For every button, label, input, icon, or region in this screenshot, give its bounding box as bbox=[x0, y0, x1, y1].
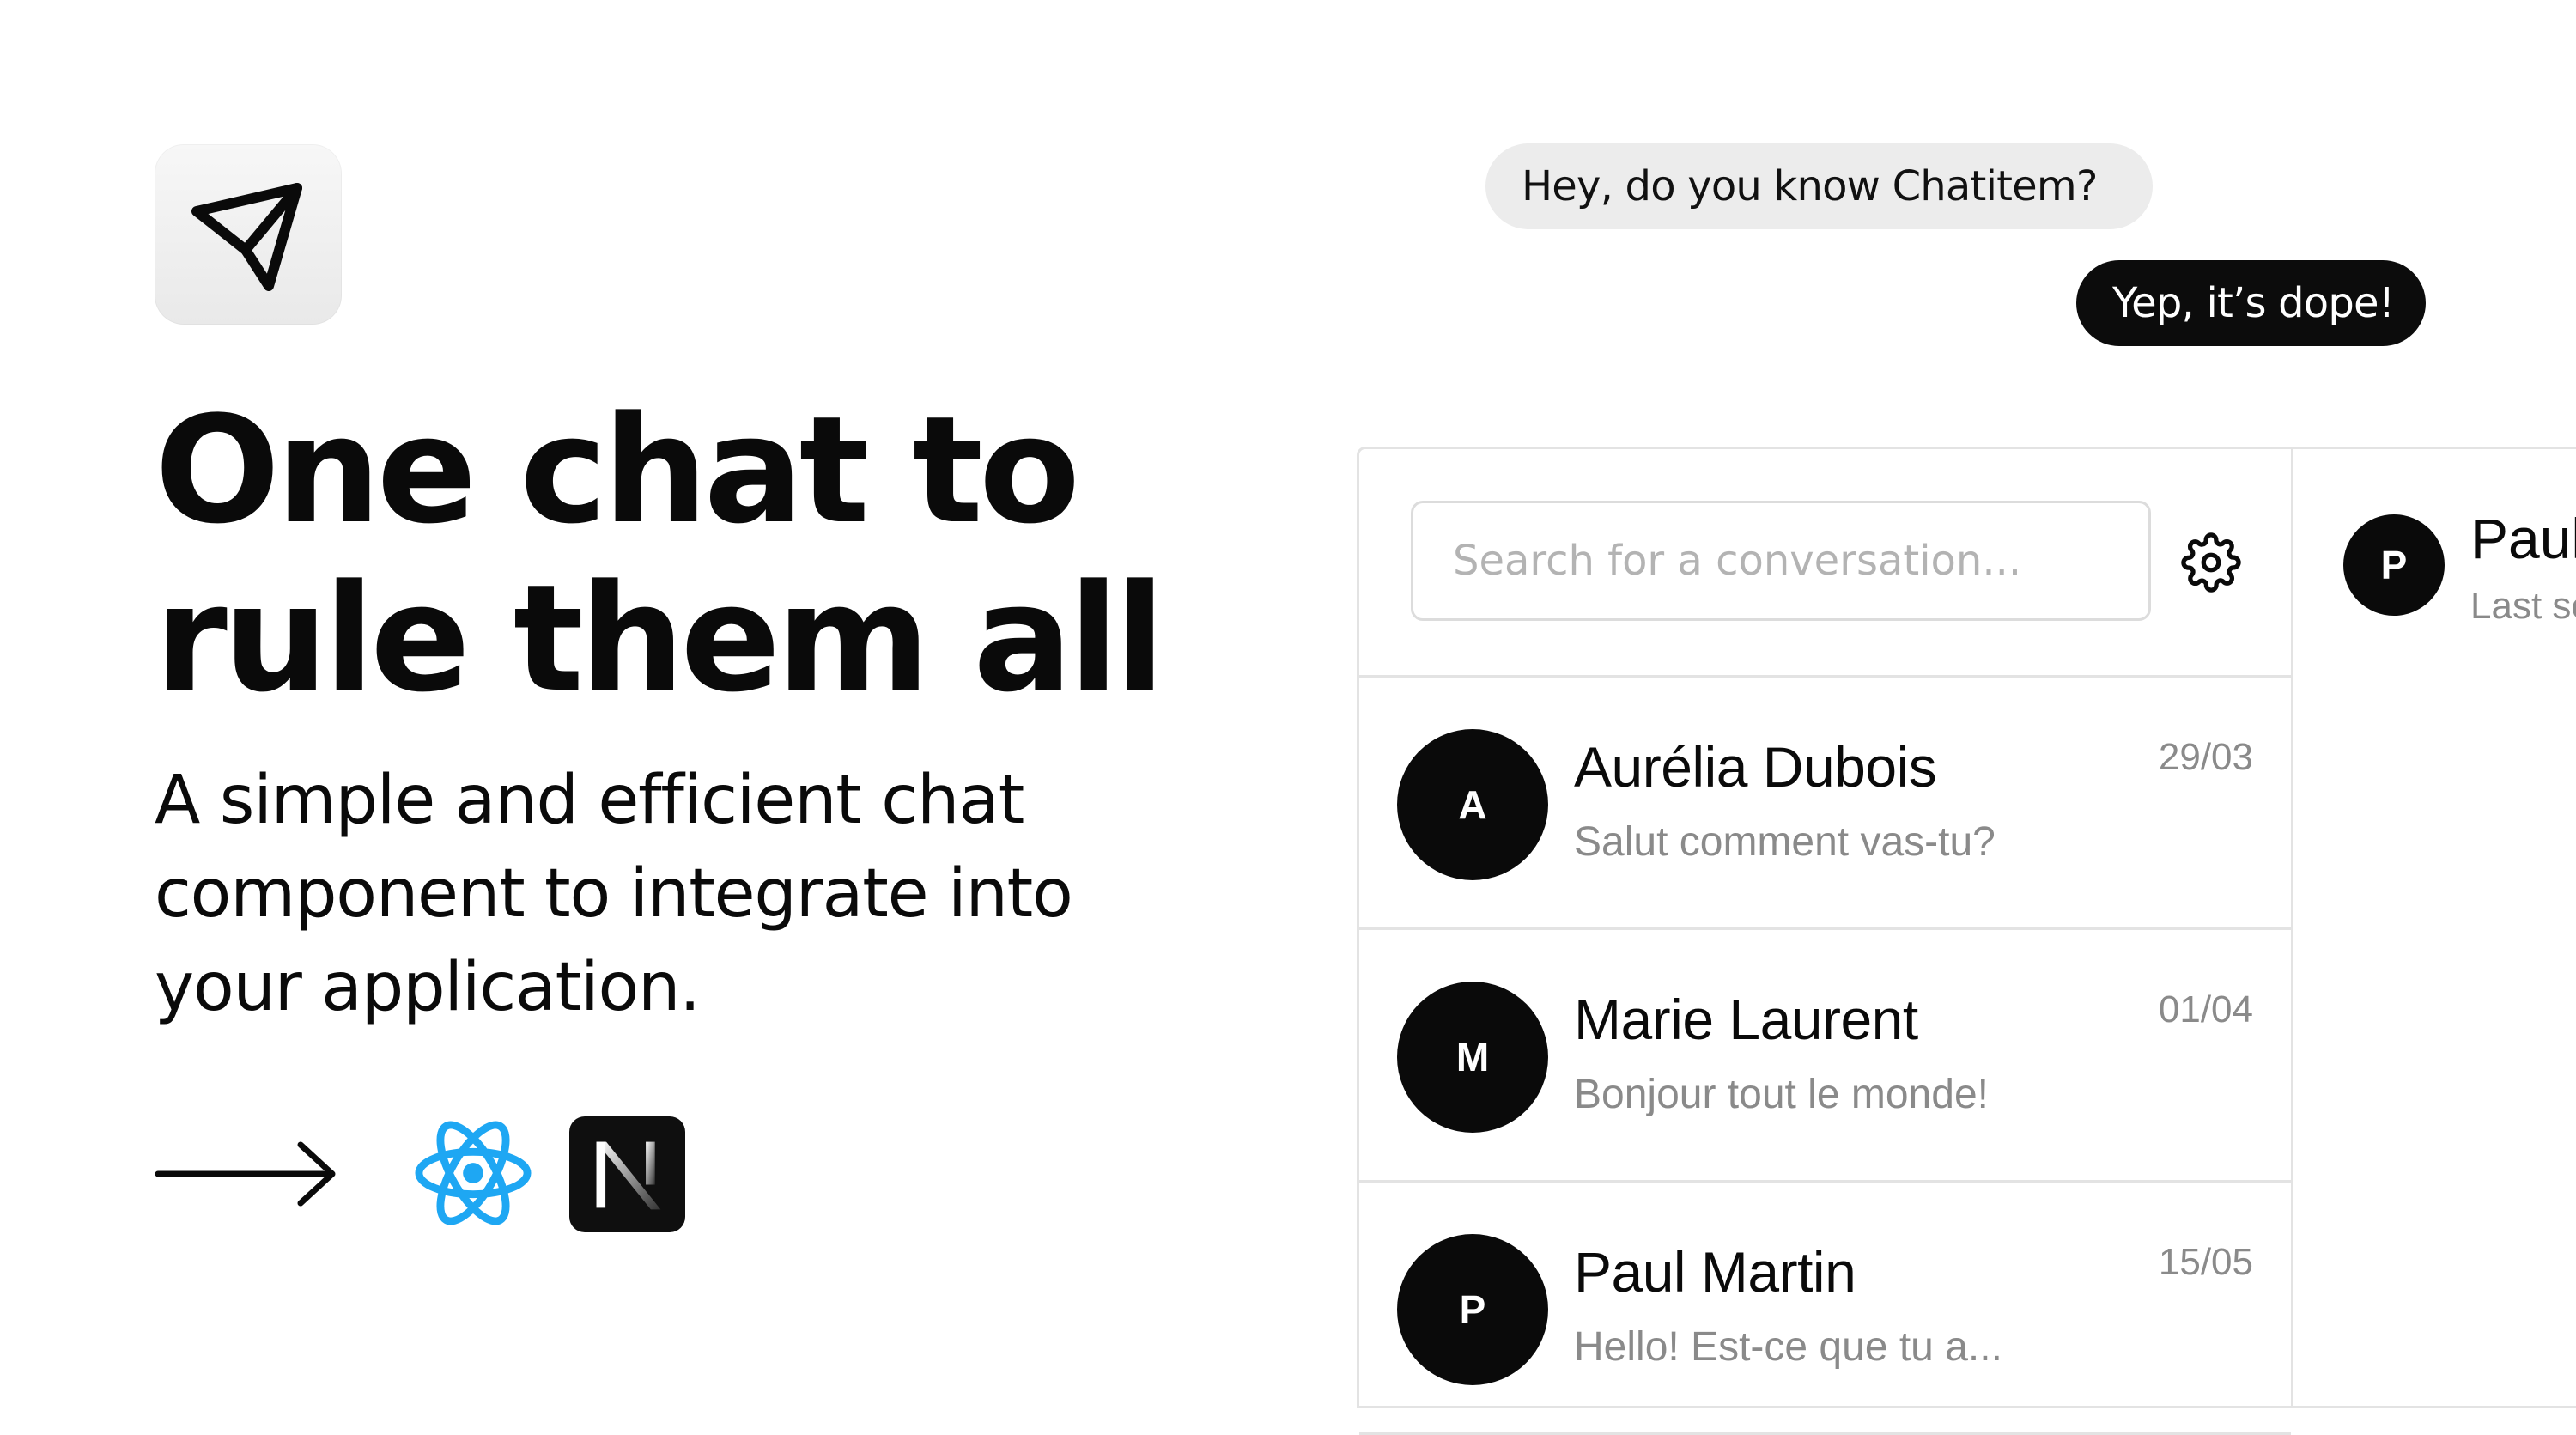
app-logo bbox=[155, 144, 342, 325]
conversation-name: Marie Laurent bbox=[1574, 988, 1918, 1051]
avatar: P bbox=[1397, 1234, 1548, 1385]
conversation-name: Paul Martin bbox=[1574, 1240, 1856, 1304]
hero-subtitle: A simple and efficient chat component to… bbox=[155, 754, 1236, 1035]
nextjs-icon bbox=[569, 1116, 685, 1232]
conversation-item[interactable]: A Aurélia Dubois Salut comment vas-tu? 2… bbox=[1359, 678, 2291, 930]
conversation-date: 15/05 bbox=[2158, 1241, 2253, 1283]
hero-subtitle-line: A simple and efficient chat bbox=[155, 762, 1024, 839]
hero-title: One chat to rule them all bbox=[155, 386, 1271, 723]
conversation-name: Aurélia Dubois bbox=[1574, 735, 1937, 799]
nextjs-glyph bbox=[596, 1141, 660, 1209]
search-input[interactable] bbox=[1411, 501, 2151, 621]
hero-subtitle-line: your application. bbox=[155, 949, 701, 1026]
paper-plane-icon bbox=[191, 183, 302, 291]
avatar: A bbox=[1397, 729, 1548, 880]
thread-header: P Paul Last se bbox=[2293, 449, 2576, 678]
sent-message-bubble: Yep, it’s dope! bbox=[2076, 260, 2426, 346]
hero-title-line: One chat to bbox=[155, 384, 1080, 556]
react-icon bbox=[415, 1121, 532, 1225]
received-message-bubble: Hey, do you know Chatitem? bbox=[1485, 143, 2153, 229]
conversation-date: 29/03 bbox=[2158, 736, 2253, 778]
thread-avatar: P bbox=[2343, 514, 2445, 616]
conversation-item[interactable]: P Paul Martin Hello! Est-ce que tu a... … bbox=[1359, 1183, 2291, 1435]
conversation-preview: Bonjour tout le monde! bbox=[1574, 1072, 1989, 1117]
received-message-text: Hey, do you know Chatitem? bbox=[1522, 162, 2098, 210]
settings-button[interactable] bbox=[2177, 528, 2245, 597]
chat-widget: A Aurélia Dubois Salut comment vas-tu? 2… bbox=[1357, 447, 2576, 1435]
sent-message-text: Yep, it’s dope! bbox=[2112, 279, 2395, 327]
conversation-list-header bbox=[1359, 449, 2291, 678]
thread-last-seen: Last se bbox=[2470, 585, 2576, 627]
conversation-item[interactable]: M Marie Laurent Bonjour tout le monde! 0… bbox=[1359, 930, 2291, 1183]
avatar: M bbox=[1397, 982, 1548, 1133]
hero-subtitle-line: component to integrate into bbox=[155, 855, 1073, 933]
thread-contact-name: Paul bbox=[2470, 507, 2576, 570]
conversation-list: A Aurélia Dubois Salut comment vas-tu? 2… bbox=[1359, 449, 2293, 1435]
conversation-date: 01/04 bbox=[2158, 988, 2253, 1031]
gear-icon bbox=[2181, 532, 2241, 593]
conversation-preview: Hello! Est-ce que tu a... bbox=[1574, 1324, 2002, 1370]
arrow-right-icon bbox=[155, 1141, 336, 1207]
hero-title-line: rule them all bbox=[155, 552, 1165, 725]
conversation-preview: Salut comment vas-tu? bbox=[1574, 819, 1996, 865]
